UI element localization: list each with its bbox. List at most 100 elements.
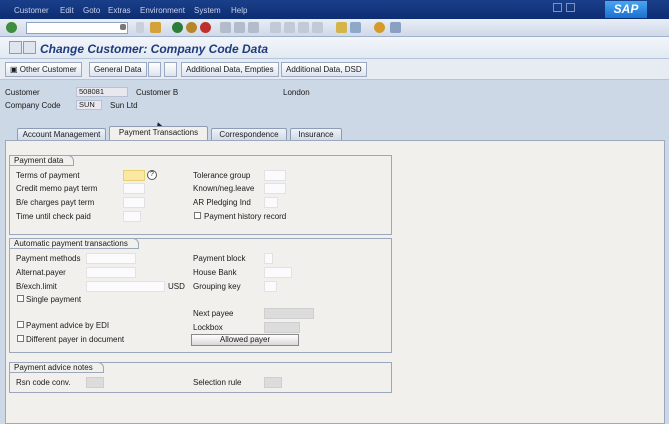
additional-empties-button[interactable]: Additional Data, Empties <box>181 62 279 77</box>
print-icon[interactable] <box>220 22 231 33</box>
terms-of-payment-label: Terms of payment <box>16 171 80 180</box>
payment-history-label: Payment history record <box>204 212 287 221</box>
layout-menu-icon[interactable] <box>390 22 401 33</box>
tab-insurance[interactable]: Insurance <box>290 128 342 140</box>
menu-system[interactable]: System <box>194 6 221 15</box>
page-title: Change Customer: Company Code Data <box>40 42 269 56</box>
help-icon[interactable] <box>374 22 385 33</box>
application-toolbar: ▣ Other Customer General Data Additional… <box>0 59 669 80</box>
tab-correspondence[interactable]: Correspondence <box>211 128 287 140</box>
display-change-icon[interactable] <box>9 41 22 54</box>
terms-of-payment-input[interactable] <box>123 170 145 181</box>
company-code-data-icon[interactable] <box>164 62 177 77</box>
menu-help[interactable]: Help <box>231 6 247 15</box>
tolerance-group-label: Tolerance group <box>193 171 251 180</box>
different-payer-checkbox[interactable] <box>17 335 24 342</box>
ar-pledging-label: AR Pledging Ind <box>193 198 251 207</box>
company-code-field: SUN <box>76 100 102 110</box>
currency-label: USD <box>168 282 185 291</box>
payment-history-checkbox[interactable] <box>194 212 201 219</box>
menu-goto[interactable]: Goto <box>83 6 100 15</box>
general-data-button[interactable]: General Data <box>89 62 147 77</box>
new-session-icon[interactable] <box>336 22 347 33</box>
rsn-code-conv-label: Rsn code conv. <box>16 378 71 387</box>
tab-panel: Payment data Terms of payment ? Credit m… <box>5 140 665 424</box>
company-code-label: Company Code <box>5 101 61 110</box>
menu-edit[interactable]: Edit <box>60 6 74 15</box>
find-icon[interactable] <box>234 22 245 33</box>
payment-data-group: Payment data Terms of payment ? Credit m… <box>9 155 392 235</box>
bexch-limit-label: B/exch.limit <box>16 282 57 291</box>
minimize-icon[interactable] <box>553 3 562 12</box>
customer-city: London <box>283 88 310 97</box>
exit-icon[interactable] <box>186 22 197 33</box>
allowed-payer-button[interactable]: Allowed payer <box>191 334 299 346</box>
next-page-icon[interactable] <box>298 22 309 33</box>
time-until-check-input[interactable] <box>123 211 141 222</box>
payment-advice-edi-checkbox[interactable] <box>17 321 24 328</box>
maximize-icon[interactable] <box>566 3 575 12</box>
group-title: Payment data <box>9 155 75 166</box>
payment-advice-edi-label: Payment advice by EDI <box>26 321 110 330</box>
rsn-code-conv-input <box>86 377 104 388</box>
ar-pledging-input[interactable] <box>264 197 278 208</box>
house-bank-input[interactable] <box>264 267 292 278</box>
house-bank-label: House Bank <box>193 268 237 277</box>
credit-memo-input[interactable] <box>123 183 145 194</box>
alternat-payer-input[interactable] <box>86 267 136 278</box>
back-icon[interactable] <box>172 22 183 33</box>
separator-icon <box>136 22 144 33</box>
bexch-limit-input[interactable] <box>86 281 165 292</box>
additional-dsd-button[interactable]: Additional Data, DSD <box>281 62 367 77</box>
enter-icon[interactable] <box>6 22 17 33</box>
last-page-icon[interactable] <box>312 22 323 33</box>
find-next-icon[interactable] <box>248 22 259 33</box>
other-customer-icon: ▣ <box>10 65 20 74</box>
known-neg-leave-label: Known/neg.leave <box>193 184 255 193</box>
value-help-icon[interactable]: ? <box>147 170 157 180</box>
lockbox-input <box>264 322 300 333</box>
previous-page-icon[interactable] <box>284 22 295 33</box>
save-icon[interactable] <box>150 22 161 33</box>
different-payer-label: Different payer in document <box>26 335 125 344</box>
standard-toolbar <box>0 19 669 37</box>
command-dropdown-icon[interactable] <box>120 24 126 30</box>
next-payee-input <box>264 308 314 319</box>
other-customer-button[interactable]: ▣ Other Customer <box>5 62 82 77</box>
automatic-payment-group: Automatic payment transactions Payment m… <box>9 238 392 353</box>
payment-methods-input[interactable] <box>86 253 136 264</box>
cancel-icon[interactable] <box>200 22 211 33</box>
ble-charges-input[interactable] <box>123 197 145 208</box>
payment-methods-label: Payment methods <box>16 254 81 263</box>
command-field[interactable] <box>26 22 128 34</box>
known-neg-leave-input[interactable] <box>264 183 286 194</box>
payment-block-label: Payment block <box>193 254 246 263</box>
group-title: Automatic payment transactions <box>9 238 139 249</box>
payment-block-input[interactable] <box>264 253 273 264</box>
tolerance-group-input[interactable] <box>264 170 286 181</box>
next-payee-label: Next payee <box>193 309 234 318</box>
menu-environment[interactable]: Environment <box>140 6 185 15</box>
menu-bar: Customer Edit Goto Extras Environment Sy… <box>0 0 669 19</box>
time-until-check-label: Time until check paid <box>16 212 91 221</box>
tab-account-management[interactable]: Account Management <box>17 128 106 140</box>
payment-advice-notes-group: Payment advice notes Rsn code conv. Sele… <box>9 362 392 393</box>
credit-memo-label: Credit memo payt term <box>16 184 98 193</box>
sap-logo: SAP <box>605 1 647 18</box>
selection-rule-input <box>264 377 282 388</box>
tab-payment-transactions[interactable]: Payment Transactions <box>109 126 208 140</box>
menu-extras[interactable]: Extras <box>108 6 131 15</box>
first-page-icon[interactable] <box>270 22 281 33</box>
other-customer-label: Other Customer <box>19 65 77 74</box>
company-name: Sun Ltd <box>110 101 138 110</box>
menu-customer[interactable]: Customer <box>14 6 49 15</box>
ble-charges-label: B/e charges payt term <box>16 198 95 207</box>
sales-area-data-icon[interactable] <box>148 62 161 77</box>
shortcut-icon[interactable] <box>350 22 361 33</box>
single-payment-checkbox[interactable] <box>17 295 24 302</box>
group-title: Payment advice notes <box>9 362 104 373</box>
grouping-key-input[interactable] <box>264 281 277 292</box>
other-object-icon[interactable] <box>23 41 36 54</box>
alternat-payer-label: Alternat.payer <box>16 268 66 277</box>
lockbox-label: Lockbox <box>193 323 223 332</box>
